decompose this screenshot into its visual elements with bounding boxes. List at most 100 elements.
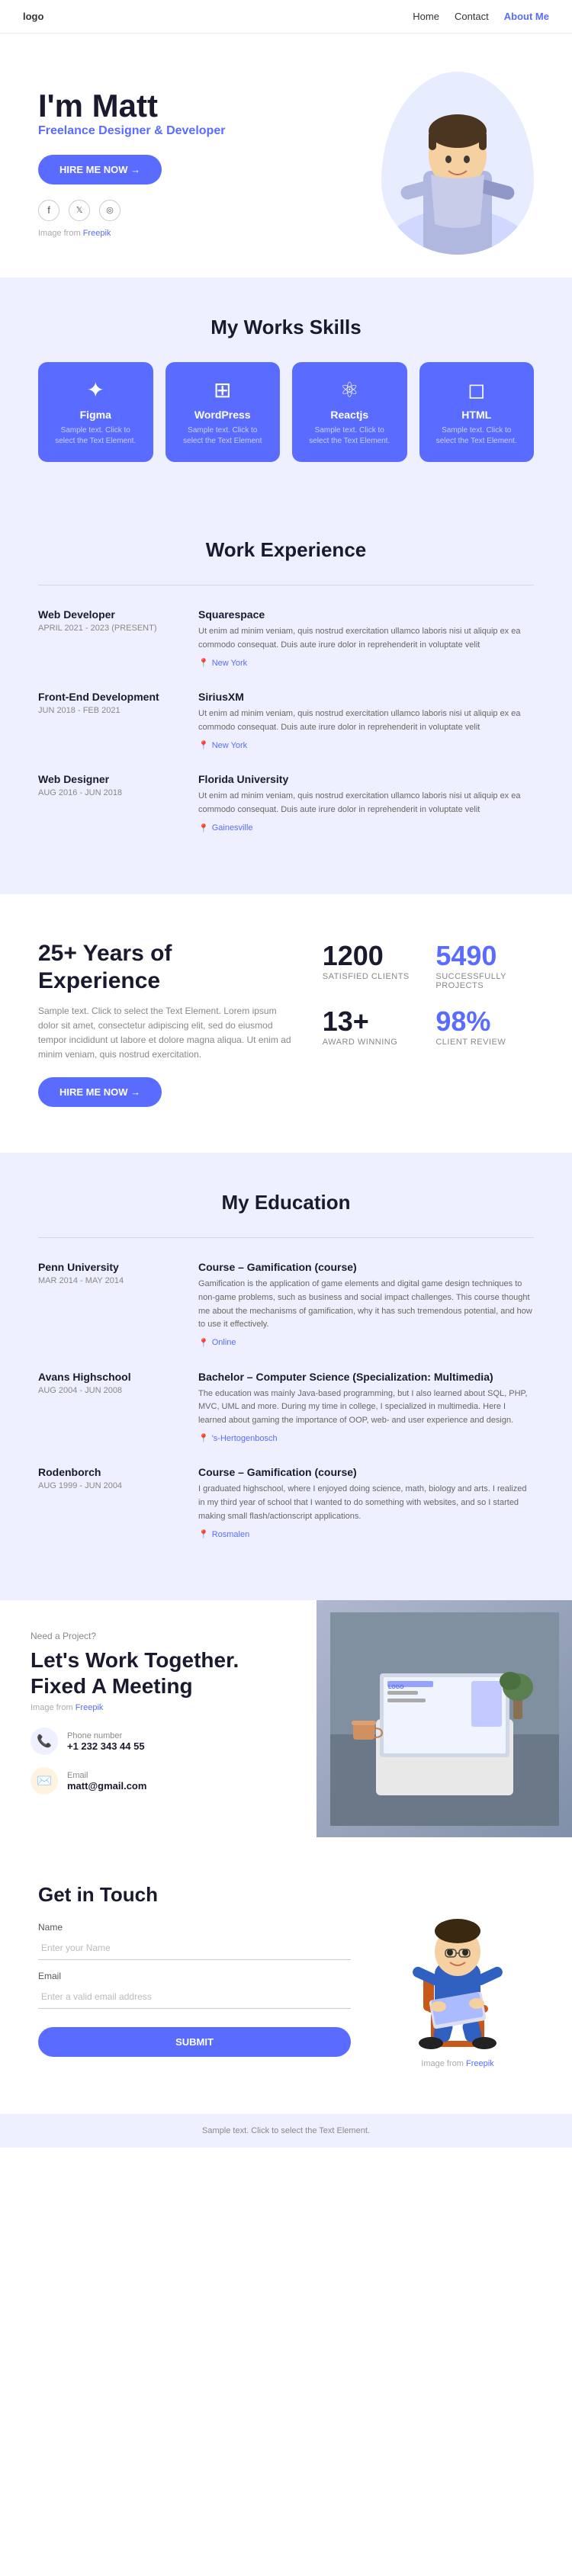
stat-awards-number: 13+ bbox=[323, 1006, 421, 1038]
form-person-illustration bbox=[389, 1883, 526, 2055]
work-desc-3: Ut enim ad minim veniam, quis nostrud ex… bbox=[198, 790, 534, 816]
edu-course-1: Course – Gamification (course) bbox=[198, 1261, 534, 1273]
stat-awards: 13+ AWARD WINNING bbox=[323, 1006, 421, 1047]
edu-date-1: MAR 2014 - MAY 2014 bbox=[38, 1276, 175, 1285]
stats-section: 25+ Years of Experience Sample text. Cli… bbox=[0, 894, 572, 1153]
form-image-credit-link[interactable]: Freepik bbox=[466, 2059, 494, 2068]
work-desc-1: Ut enim ad minim veniam, quis nostrud ex… bbox=[198, 625, 534, 652]
nav-link-contact[interactable]: Contact bbox=[455, 11, 489, 22]
work-company-3: Florida University bbox=[198, 773, 534, 785]
figma-icon: ✦ bbox=[50, 377, 141, 403]
edu-date-3: AUG 1999 - JUN 2004 bbox=[38, 1481, 175, 1490]
skill-card-wordpress: ⊞ WordPress Sample text. Click to select… bbox=[165, 362, 281, 462]
email-field-group: Email bbox=[38, 1971, 351, 2009]
edu-date-2: AUG 2004 - JUN 2008 bbox=[38, 1386, 175, 1395]
education-section: My Education Penn University MAR 2014 - … bbox=[0, 1153, 572, 1600]
nav-links: Home Contact About Me bbox=[413, 11, 549, 22]
stat-review-label: CLIENT REVIEW bbox=[435, 1038, 534, 1047]
stats-hire-button[interactable]: HIRE ME NOW → bbox=[38, 1077, 162, 1107]
name-input[interactable] bbox=[38, 1936, 351, 1960]
edu-pin-icon-2: 📍 bbox=[198, 1433, 209, 1443]
email-label: Email bbox=[67, 1771, 146, 1780]
phone-icon-wrap: 📞 bbox=[31, 1727, 58, 1755]
work-right-1: Squarespace Ut enim ad minim veniam, qui… bbox=[198, 608, 534, 668]
skill-card-figma: ✦ Figma Sample text. Click to select the… bbox=[38, 362, 153, 462]
nav-link-home[interactable]: Home bbox=[413, 11, 439, 22]
hero-heading: I'm Matt bbox=[38, 88, 358, 124]
edu-pin-icon-1: 📍 bbox=[198, 1338, 209, 1348]
social-icons: f 𝕏 ◎ bbox=[38, 200, 358, 221]
work-title: Work Experience bbox=[38, 538, 534, 562]
work-location-3: 📍 Gainesville bbox=[198, 823, 534, 833]
stats-heading: 25+ Years of Experience bbox=[38, 940, 292, 995]
skill-card-react: ⚛ Reactjs Sample text. Click to select t… bbox=[292, 362, 407, 462]
edu-course-3: Course – Gamification (course) bbox=[198, 1466, 534, 1478]
form-left: Get in Touch Name Email SUBMIT bbox=[38, 1883, 351, 2057]
work-location-1: 📍 New York bbox=[198, 658, 534, 668]
skill-name-html: HTML bbox=[432, 409, 522, 421]
hero-cta-button[interactable]: HIRE ME NOW → bbox=[38, 155, 162, 184]
contact-email-details: Email matt@gmail.com bbox=[67, 1771, 146, 1792]
cta-left: Need a Project? Let's Work Together. Fix… bbox=[0, 1600, 317, 1837]
edu-desc-1: Gamification is the application of game … bbox=[198, 1278, 534, 1331]
edu-desc-3: I graduated highschool, where I enjoyed … bbox=[198, 1483, 534, 1523]
work-role-1: Web Developer bbox=[38, 608, 175, 621]
skills-section: My Works Skills ✦ Figma Sample text. Cli… bbox=[0, 277, 572, 500]
edu-location-3: 📍 Rosmalen bbox=[198, 1529, 534, 1539]
skill-desc-wordpress: Sample text. Click to select the Text El… bbox=[178, 425, 268, 447]
work-experience-section: Work Experience Web Developer APRIL 2021… bbox=[0, 500, 572, 894]
form-right: Image from Freepik bbox=[381, 1883, 534, 2068]
skill-name-wordpress: WordPress bbox=[178, 409, 268, 421]
edu-pin-icon-3: 📍 bbox=[198, 1529, 209, 1539]
stat-clients-number: 1200 bbox=[323, 940, 421, 972]
hero-image-credit: Image from Freepik bbox=[38, 229, 358, 238]
twitter-x-icon[interactable]: 𝕏 bbox=[69, 200, 90, 221]
work-company-2: SiriusXM bbox=[198, 691, 534, 703]
edu-location-1: 📍 Online bbox=[198, 1338, 534, 1348]
form-email-label: Email bbox=[38, 1971, 351, 1981]
email-input[interactable] bbox=[38, 1984, 351, 2009]
edu-item-3: Rodenborch AUG 1999 - JUN 2004 Course – … bbox=[38, 1466, 534, 1539]
edu-right-3: Course – Gamification (course) I graduat… bbox=[198, 1466, 534, 1539]
nav-link-about[interactable]: About Me bbox=[504, 11, 549, 22]
phone-value: +1 232 343 44 55 bbox=[67, 1740, 145, 1752]
stat-projects-number: 5490 bbox=[435, 940, 534, 972]
cta-placeholder: LOGO bbox=[317, 1600, 572, 1837]
stats-desc: Sample text. Click to select the Text El… bbox=[38, 1004, 292, 1063]
stats-left: 25+ Years of Experience Sample text. Cli… bbox=[38, 940, 292, 1108]
work-date-3: AUG 2016 - JUN 2018 bbox=[38, 788, 175, 797]
work-role-2: Front-End Development bbox=[38, 691, 175, 703]
cta-tag: Need a Project? bbox=[31, 1631, 286, 1641]
contact-phone-item: 📞 Phone number +1 232 343 44 55 bbox=[31, 1727, 286, 1755]
facebook-icon[interactable]: f bbox=[38, 200, 59, 221]
email-icon: ✉️ bbox=[37, 1773, 52, 1788]
cta-image-credit-link[interactable]: Freepik bbox=[76, 1703, 104, 1712]
footer-text: Sample text. Click to select the Text El… bbox=[38, 2126, 534, 2135]
work-desc-2: Ut enim ad minim veniam, quis nostrud ex… bbox=[198, 707, 534, 734]
phone-icon: 📞 bbox=[37, 1734, 52, 1749]
svg-text:LOGO: LOGO bbox=[388, 1685, 404, 1690]
skill-desc-html: Sample text. Click to select the Text El… bbox=[432, 425, 522, 447]
stat-clients: 1200 SATISFIED CLIENTS bbox=[323, 940, 421, 990]
education-divider bbox=[38, 1237, 534, 1238]
hero-image bbox=[381, 72, 534, 255]
work-item-2: Front-End Development JUN 2018 - FEB 202… bbox=[38, 691, 534, 750]
work-left-3: Web Designer AUG 2016 - JUN 2018 bbox=[38, 773, 175, 832]
footer: Sample text. Click to select the Text El… bbox=[0, 2114, 572, 2148]
edu-school-3: Rodenborch bbox=[38, 1466, 175, 1478]
hero-image-credit-link[interactable]: Freepik bbox=[83, 229, 111, 238]
work-right-3: Florida University Ut enim ad minim veni… bbox=[198, 773, 534, 832]
skill-desc-react: Sample text. Click to select the Text El… bbox=[304, 425, 395, 447]
edu-left-1: Penn University MAR 2014 - MAY 2014 bbox=[38, 1261, 175, 1347]
stat-projects: 5490 SUCCESSFULLY PROJECTS bbox=[435, 940, 534, 990]
instagram-icon[interactable]: ◎ bbox=[99, 200, 121, 221]
work-role-3: Web Designer bbox=[38, 773, 175, 785]
edu-left-2: Avans Highschool AUG 2004 - JUN 2008 bbox=[38, 1371, 175, 1444]
edu-item-2: Avans Highschool AUG 2004 - JUN 2008 Bac… bbox=[38, 1371, 534, 1444]
skill-card-html: ◻ HTML Sample text. Click to select the … bbox=[419, 362, 535, 462]
skill-desc-figma: Sample text. Click to select the Text El… bbox=[50, 425, 141, 447]
submit-button[interactable]: SUBMIT bbox=[38, 2027, 351, 2057]
work-left-2: Front-End Development JUN 2018 - FEB 202… bbox=[38, 691, 175, 750]
hero-subtitle: Freelance Designer & Developer bbox=[38, 124, 358, 138]
work-date-2: JUN 2018 - FEB 2021 bbox=[38, 706, 175, 715]
